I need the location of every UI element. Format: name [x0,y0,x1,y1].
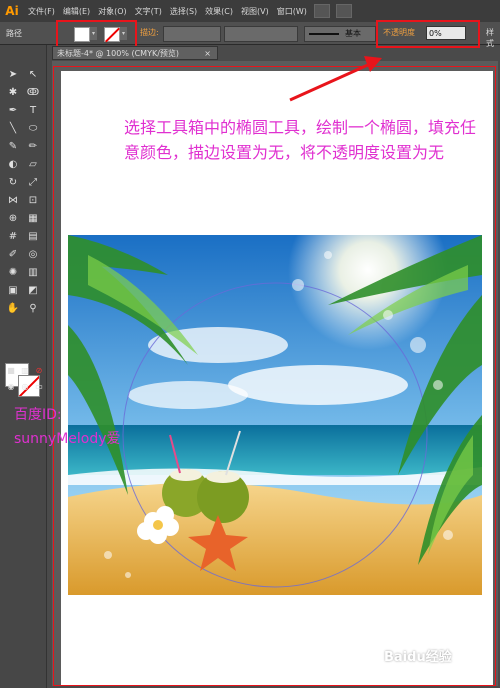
style-label[interactable]: 样式 [486,27,500,49]
tools-panel: ➤ ↖ ✱ ↂ ✒ T ╲ ⬭ ✎ ✏ ◐ ▱ ↻ ⤢ ⋈ ⊡ ⊕ ▦ # ▤ … [0,45,47,688]
scale-icon[interactable]: ⤢ [26,177,40,189]
line-tool-icon[interactable]: ╲ [6,123,20,135]
author-id-line1: 百度ID: [14,407,62,423]
zoom-tool-icon[interactable]: ⚲ [26,303,40,315]
menu-effect[interactable]: 效果(C) [201,6,237,17]
stroke-weight-field[interactable] [163,26,221,42]
fill-stroke-highlight [56,20,137,48]
menu-file[interactable]: 文件(F) [24,6,59,17]
slice-tool-icon[interactable]: ◩ [26,285,40,297]
instruction-text: 选择工具箱中的椭圆工具，绘制一个椭圆，填充任意颜色，描边设置为无，将不透明度设置… [124,118,477,162]
author-id-line2: sunnyMelody爱 [14,431,121,447]
brush-stroke-preview [309,33,339,35]
direct-selection-icon[interactable]: ↖ [26,69,40,81]
gradient-tool-icon[interactable]: ▤ [26,231,40,243]
symbol-sprayer-icon[interactable]: ✺ [6,267,20,279]
magic-wand-icon[interactable]: ✱ [6,87,20,99]
color-mode-icon[interactable]: ■ [4,365,18,377]
eyedropper-icon[interactable]: ✐ [6,249,20,261]
document-tab[interactable]: 未标题-4* @ 100% (CMYK/预览) × [52,46,218,60]
lasso-icon[interactable]: ↂ [26,87,40,99]
draw-normal-icon[interactable]: ◉ [4,381,18,393]
graph-tool-icon[interactable]: ▥ [26,267,40,279]
stroke-label[interactable]: 描边: [140,27,159,38]
menu-window[interactable]: 窗口(W) [273,6,311,17]
pen-tool-icon[interactable]: ✒ [6,105,20,117]
annotation-arrow [289,56,382,102]
shape-builder-icon[interactable]: ⊕ [6,213,20,225]
arrange-documents-button[interactable] [335,4,352,18]
menu-object[interactable]: 对象(O) [94,6,131,17]
menu-view[interactable]: 视图(V) [237,6,273,17]
gradient-mode-icon[interactable]: ▥ [18,365,32,377]
pencil-icon[interactable]: ✏ [26,141,40,153]
menu-bar: Ai 文件(F) 编辑(E) 对象(O) 文字(T) 选择(S) 效果(C) 视… [0,0,500,22]
screen-mode-icon[interactable]: ▭ [32,381,46,393]
mesh-tool-icon[interactable]: # [6,231,20,243]
paintbrush-icon[interactable]: ✎ [6,141,20,153]
baidu-watermark: Baidu经验 [384,650,452,665]
ellipse-tool-icon[interactable]: ⬭ [26,123,40,135]
menu-type[interactable]: 文字(T) [131,6,166,17]
menu-select[interactable]: 选择(S) [166,6,201,17]
draw-behind-icon[interactable]: ◎ [18,381,32,393]
none-mode-icon[interactable]: ⊘ [32,365,46,377]
selection-tool-icon[interactable]: ➤ [6,69,20,81]
app-logo: Ai [5,4,19,18]
close-icon[interactable]: × [204,47,211,61]
hand-tool-icon[interactable]: ✋ [6,303,20,315]
blend-tool-icon[interactable]: ◎ [26,249,40,261]
type-tool-icon[interactable]: T [26,105,40,117]
baidu-watermark-url: jingyan.baidu.com [410,670,475,678]
eraser-icon[interactable]: ▱ [26,159,40,171]
bridge-button[interactable] [313,4,330,18]
free-transform-icon[interactable]: ⊡ [26,195,40,207]
object-type-label: 路径 [6,28,22,38]
menu-edit[interactable]: 编辑(E) [59,6,94,17]
author-id: 百度ID: sunnyMelody爱 [14,403,174,451]
perspective-grid-icon[interactable]: ▦ [26,213,40,225]
document-tab-title: 未标题-4* @ 100% (CMYK/预览) [57,49,180,58]
artboard-tool-icon[interactable]: ▣ [6,285,20,297]
rotate-icon[interactable]: ↻ [6,177,20,189]
width-tool-icon[interactable]: ⋈ [6,195,20,207]
brush-label: 基本 [345,29,361,38]
blob-brush-icon[interactable]: ◐ [6,159,20,171]
